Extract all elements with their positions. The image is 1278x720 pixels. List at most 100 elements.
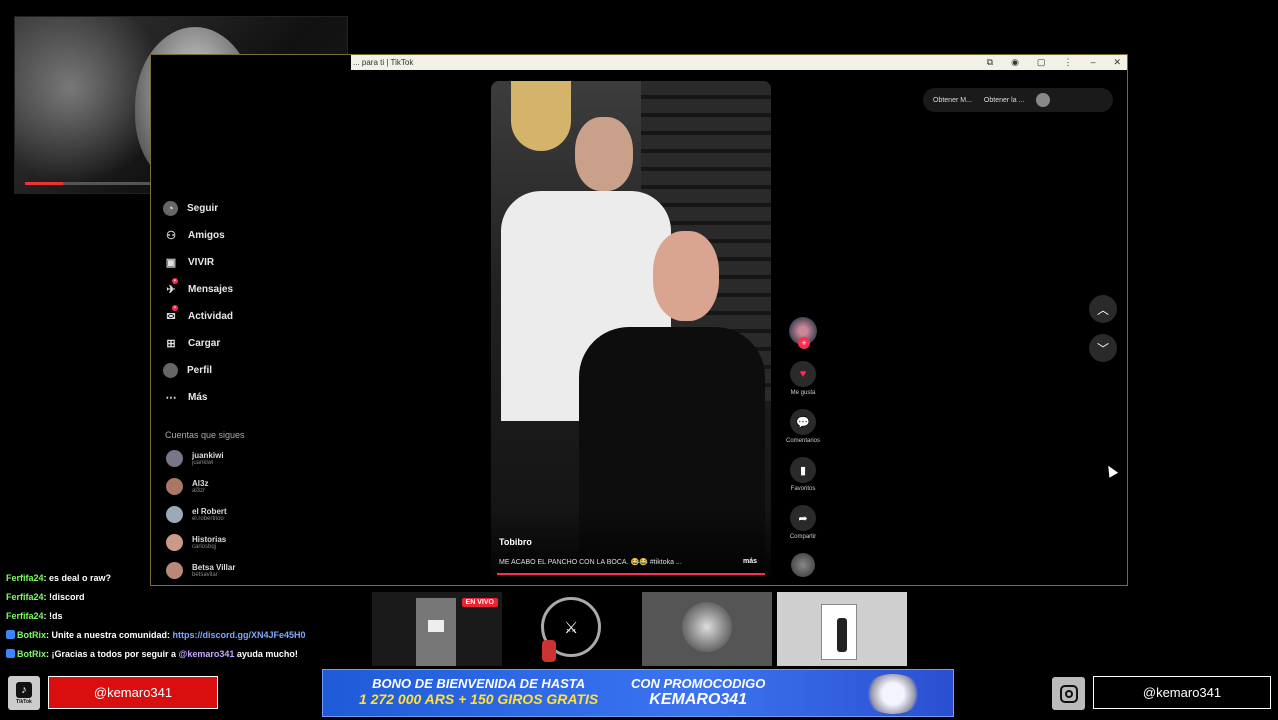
sidebar-item-label: Perfil — [187, 365, 213, 376]
profile-icon — [163, 363, 178, 378]
following-account[interactable]: Al3z al3zr — [166, 478, 208, 495]
account-handle: el.robertitoo — [192, 516, 224, 522]
image-thumbnail[interactable] — [777, 592, 907, 666]
sidebar-item-follow[interactable]: ◔ Seguir — [163, 201, 218, 216]
chat-user: Ferfifa24 — [6, 573, 44, 583]
sidebar-item-label: Más — [188, 391, 208, 403]
account-name: Historias — [192, 535, 227, 544]
save-label: Favoritos — [790, 486, 816, 492]
music-disc-icon[interactable] — [791, 553, 815, 577]
caption-more-link[interactable]: más — [743, 558, 757, 565]
avatar — [166, 450, 183, 467]
discord-link[interactable]: https://discord.gg/XN4JFe45H0 — [173, 630, 306, 640]
chat-message: Ferfifa24: !ds — [6, 611, 63, 621]
logo-thumbnail[interactable]: ⚔ — [538, 592, 606, 666]
bot-badge-icon — [6, 649, 15, 658]
smoke — [15, 17, 155, 193]
video-player[interactable]: Tobibro ME ACABÓ EL PANCHO CON LA BOCA. … — [491, 81, 771, 579]
comment-icon: 💬 — [790, 409, 816, 435]
follow-plus-icon[interactable]: + — [798, 337, 810, 349]
tiktok-logo: ♪ TikTok — [8, 676, 40, 710]
chat-text: : Unite a nuestra comunidad: — [46, 630, 173, 640]
tab-title: ... para ti | TikTok — [353, 58, 414, 67]
sidebar-item-label: Seguir — [187, 203, 219, 214]
robot-mascot-icon — [863, 674, 923, 714]
account-name: Al3z — [192, 479, 209, 488]
following-account[interactable]: Historias carlosbqj — [166, 534, 226, 551]
save-button[interactable]: ▮ Favoritos — [785, 457, 821, 492]
heart-icon: ♥ — [790, 361, 816, 387]
following-account[interactable]: el Robert el.robertitoo — [166, 506, 227, 523]
friends-icon: ⚇ — [166, 229, 176, 242]
following-account[interactable]: Betsa Villar betsavilar — [166, 562, 235, 579]
live-thumbnail[interactable]: EN VIVO — [372, 592, 502, 666]
chat-text: : !discord — [43, 592, 85, 602]
window-controls: ⧉ ◉ ▢ ⋮ – ✕ — [987, 55, 1121, 70]
comment-button[interactable]: 💬 Comentarios — [785, 409, 821, 444]
photo-thumbnail[interactable] — [642, 592, 772, 666]
thumbnail-figure — [416, 598, 456, 666]
chat-user: BotRix — [17, 649, 46, 659]
like-button[interactable]: ♥ Me gusta — [785, 361, 821, 396]
eye-icon[interactable]: ◉ — [1011, 55, 1019, 70]
sidebar-item-label: VIVIR — [188, 256, 215, 268]
live-badge: EN VIVO — [461, 598, 498, 607]
instagram-icon — [1052, 677, 1085, 710]
avatar — [682, 602, 732, 652]
sidebar-item-upload[interactable]: ⊞ Cargar — [163, 336, 220, 350]
chat-text: : !ds — [43, 611, 63, 621]
video-author[interactable]: Tobibro — [499, 537, 532, 547]
bookmark-icon: ▮ — [790, 457, 816, 483]
video-figure — [575, 117, 633, 191]
minimize-icon[interactable]: – — [1090, 55, 1095, 70]
video-figure — [511, 81, 571, 151]
live-icon: ▣ — [165, 256, 177, 269]
sidebar-item-friends[interactable]: ⚇ Amigos — [163, 228, 225, 242]
more-icon: ⋯ — [165, 391, 177, 404]
avatar — [166, 562, 183, 579]
get-coins-button[interactable]: Obtener M... — [933, 97, 972, 104]
account-handle: carlosbqj — [192, 544, 217, 550]
tiktok-handle: @kemaro341 — [48, 676, 218, 709]
sidebar-item-activity[interactable]: ✉ • Actividad — [163, 305, 233, 323]
menu-icon[interactable]: ⋮ — [1063, 55, 1072, 70]
instagram-handle: @kemaro341 — [1093, 676, 1271, 709]
screenshot-icon[interactable]: ⧉ — [987, 55, 993, 70]
mouse-cursor-icon — [1103, 463, 1119, 478]
get-app-button[interactable]: Obtener la ... — [984, 97, 1024, 104]
messages-icon: ✈ — [166, 283, 176, 296]
chat-mention: @kemaro341 — [178, 649, 235, 659]
following-account[interactable]: juankiwi juankiwi — [166, 450, 224, 467]
promo-left: BONO DE BIENVENIDA DE HASTA 1 272 000 AR… — [359, 676, 598, 707]
promo-amount: 1 272 000 ARS + 150 GIROS GRATIS — [359, 691, 599, 707]
account-name: Betsa Villar — [192, 563, 236, 572]
user-avatar[interactable] — [1036, 93, 1051, 107]
share-button[interactable]: ➦ Compartir — [785, 505, 821, 540]
sidebar-item-more[interactable]: ⋯ Más — [163, 390, 208, 404]
window-icon[interactable]: ▢ — [1037, 55, 1046, 70]
tiktok-icon: ♪ — [16, 681, 32, 698]
account-name: el Robert — [192, 507, 227, 516]
sidebar-item-messages[interactable]: ✈ • Mensajes — [163, 278, 233, 296]
video-progress[interactable] — [497, 573, 765, 575]
promo-banner[interactable]: BONO DE BIENVENIDA DE HASTA 1 272 000 AR… — [322, 669, 954, 717]
chat-user: Ferfifa24 — [6, 592, 44, 602]
chevron-up-icon[interactable]: ︿ — [1089, 295, 1117, 323]
video-caption: ME ACABÓ EL PANCHO CON LA BOCA. 😂😂 #tikt… — [499, 559, 682, 566]
sidebar-item-live[interactable]: ▣ VIVIR — [163, 255, 214, 269]
chevron-down-icon[interactable]: ﹀ — [1089, 334, 1117, 362]
sidebar-item-label: Cargar — [188, 337, 221, 349]
sidebar-item-label: Amigos — [188, 229, 225, 241]
chat-user: Ferfifa24 — [6, 611, 44, 621]
avatar — [166, 534, 183, 551]
like-label: Me gusta — [790, 390, 816, 396]
account-handle: juankiwi — [192, 460, 214, 466]
follow-icon: ◔ — [163, 201, 178, 216]
account-handle: al3zr — [192, 488, 206, 494]
promo-code: KEMARO341 — [649, 691, 748, 708]
account-name: juankiwi — [192, 451, 224, 460]
activity-icon: ✉ — [166, 310, 176, 323]
sidebar-item-profile[interactable]: Perfil — [163, 363, 212, 378]
comment-label: Comentarios — [785, 438, 820, 444]
close-icon[interactable]: ✕ — [1113, 55, 1121, 70]
